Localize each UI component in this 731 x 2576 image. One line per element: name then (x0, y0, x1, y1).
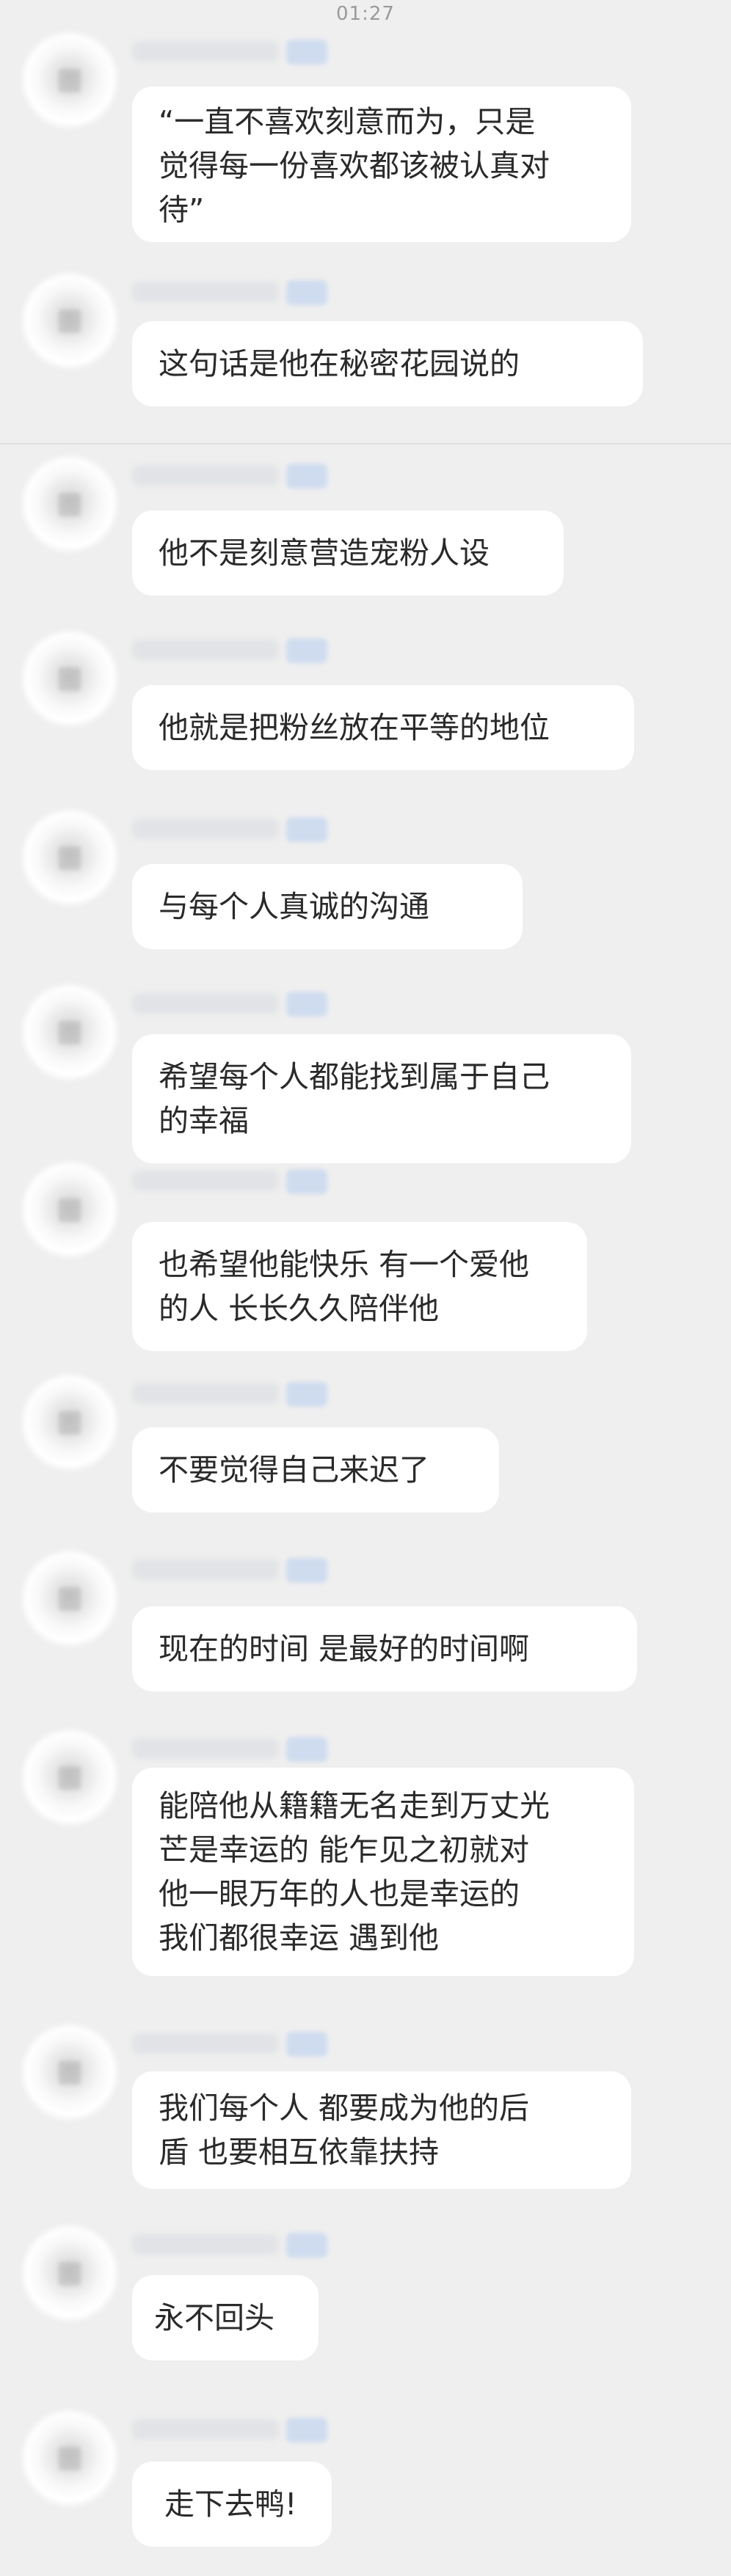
sender-name-blurred (132, 1559, 279, 1580)
message-line: 盾 也要相互依靠扶持 (159, 2134, 440, 2170)
message-line: 的人 长长久久陪伴他 (159, 1291, 440, 1326)
message-line: 他一眼万年的人也是幸运的 (159, 1876, 520, 1911)
avatar[interactable] (26, 277, 113, 364)
message-line: 希望每个人都能找到属于自己 (159, 1059, 550, 1094)
sender-name-blurred (132, 2234, 279, 2255)
message-bubble[interactable]: 能陪他从籍籍无名走到万丈光 芒是幸运的 能乍见之初就对 他一眼万年的人也是幸运的… (132, 1768, 634, 1976)
sender-badge-blurred (286, 1558, 327, 1583)
message-bubble[interactable]: 他不是刻意营造宠粉人设 (132, 511, 564, 596)
avatar[interactable] (26, 2230, 113, 2316)
sender-badge-blurred (286, 280, 327, 305)
sender-name-blurred (132, 1171, 279, 1191)
message-bubble[interactable]: 与每个人真诚的沟通 (132, 864, 523, 949)
message-bubble[interactable]: 这句话是他在秘密花园说的 (132, 321, 643, 406)
avatar[interactable] (26, 37, 113, 123)
sender-name-blurred (132, 41, 279, 62)
message-line: 待” (159, 192, 205, 227)
sender-badge-blurred (286, 2233, 327, 2258)
avatar[interactable] (26, 2029, 113, 2115)
message-line: 这句话是他在秘密花园说的 (159, 346, 520, 381)
avatar[interactable] (26, 1379, 113, 1466)
message-line: 的幸福 (159, 1103, 249, 1138)
message-bubble[interactable]: 也希望他能快乐 有一个爱他 的人 长长久久陪伴他 (132, 1222, 587, 1351)
sender-name-blurred (132, 2419, 279, 2440)
avatar[interactable] (26, 461, 113, 547)
message-line: “一直不喜欢刻意而为，只是 (159, 104, 536, 139)
message-line: 我们都很幸运 遇到他 (159, 1920, 440, 1955)
sender-badge-blurred (286, 1737, 327, 1762)
sender-badge-blurred (286, 2032, 327, 2057)
message-line: 他不是刻意营造宠粉人设 (159, 535, 490, 571)
message-bubble[interactable]: 他就是把粉丝放在平等的地位 (132, 685, 634, 770)
message-bubble[interactable]: 永不回头 (132, 2275, 319, 2360)
message-bubble[interactable]: 希望每个人都能找到属于自己 的幸福 (132, 1034, 631, 1163)
avatar[interactable] (26, 814, 113, 901)
sender-name-blurred (132, 1383, 279, 1404)
sender-name-blurred (132, 819, 279, 839)
avatar[interactable] (26, 2415, 113, 2501)
message-line: 现在的时间 是最好的时间啊 (159, 1631, 530, 1666)
message-line: 走下去鸭! (164, 2487, 297, 2522)
message-line: 与每个人真诚的沟通 (159, 889, 429, 924)
avatar[interactable] (26, 635, 113, 722)
message-line: 永不回头 (154, 2300, 274, 2335)
message-line: 芒是幸运的 能乍见之初就对 (159, 1832, 530, 1867)
sender-badge-blurred (286, 40, 327, 65)
avatar[interactable] (26, 1555, 113, 1642)
sender-name-blurred (132, 2033, 279, 2054)
sender-badge-blurred (286, 2418, 327, 2443)
sender-name-blurred (132, 993, 279, 1014)
sender-badge-blurred (286, 464, 327, 489)
sender-badge-blurred (286, 1382, 327, 1407)
message-bubble[interactable]: 现在的时间 是最好的时间啊 (132, 1606, 637, 1691)
message-bubble[interactable]: 走下去鸭! (132, 2462, 332, 2547)
avatar[interactable] (26, 989, 113, 1075)
avatar[interactable] (26, 1734, 113, 1821)
message-line: 觉得每一份喜欢都该被认真对 (159, 148, 550, 183)
message-bubble[interactable]: “一直不喜欢刻意而为，只是 觉得每一份喜欢都该被认真对 待” (132, 87, 631, 242)
message-line: 不要觉得自己来迟了 (159, 1452, 429, 1488)
message-line: 他就是把粉丝放在平等的地位 (159, 710, 550, 745)
sender-name-blurred (132, 282, 279, 302)
message-bubble[interactable]: 我们每个人 都要成为他的后 盾 也要相互依靠扶持 (132, 2071, 631, 2189)
sender-badge-blurred (286, 638, 327, 663)
sender-badge-blurred (286, 817, 327, 842)
avatar[interactable] (26, 1166, 113, 1253)
sender-name-blurred (132, 640, 279, 660)
sender-badge-blurred (286, 992, 327, 1017)
message-line: 我们每个人 都要成为他的后 (159, 2090, 530, 2126)
message-line: 能陪他从籍籍无名走到万丈光 (159, 1788, 550, 1823)
sender-name-blurred (132, 465, 279, 486)
status-time: 01:27 (336, 3, 395, 25)
message-bubble[interactable]: 不要觉得自己来迟了 (132, 1427, 499, 1512)
message-line: 也希望他能快乐 有一个爱他 (159, 1247, 530, 1282)
chat-divider (0, 443, 731, 444)
sender-name-blurred (132, 1738, 279, 1759)
sender-badge-blurred (286, 1169, 327, 1194)
